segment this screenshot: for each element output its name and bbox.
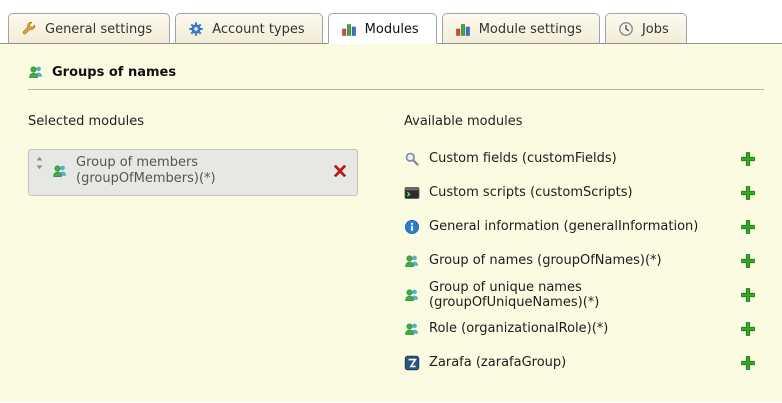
clock-icon [618,21,634,37]
zarafa-icon [404,355,420,371]
available-module-label: General information (generalInformation) [429,219,698,234]
selected-modules-column: Selected modules [28,114,404,387]
group-icon [404,321,420,337]
selected-modules-label: Selected modules [28,114,404,129]
tab-bar: General settings Account types [0,0,782,44]
modules-panel: Groups of names Selected modules [0,44,782,402]
magnifier-icon [404,151,420,167]
tab-account-types[interactable]: Account types [175,13,322,44]
tab-module-settings[interactable]: Module settings [442,13,600,44]
add-plus-icon[interactable] [740,253,756,269]
modules-blocks-icon [341,21,357,37]
selected-module-title: Group of members [76,155,216,171]
drag-handle-icon[interactable] [35,156,44,170]
tab-jobs[interactable]: Jobs [605,13,687,44]
selected-module-text: Group of members (groupOfMembers)(*) [76,155,216,188]
group-icon [28,64,44,80]
available-module-row: Group of unique names (groupOfUniqueName… [404,285,756,304]
add-plus-icon[interactable] [740,219,756,235]
available-module-label: Zarafa (zarafaGroup) [429,355,566,370]
add-plus-icon[interactable] [740,151,756,167]
available-module-label: Role (organizationalRole)(*) [429,321,608,336]
gear-icon [188,21,204,37]
available-module-row: General information (generalInformation) [404,217,756,236]
module-settings-blocks-icon [455,21,471,37]
tab-general-settings[interactable]: General settings [8,13,170,44]
add-plus-icon[interactable] [740,355,756,371]
tab-label: Account types [212,22,304,37]
available-module-label: Group of unique names (groupOfUniqueName… [429,280,731,310]
page-title: Groups of names [28,64,772,80]
available-modules-column: Available modules Custom fields (customF… [404,114,772,387]
available-module-label: Group of names (groupOfNames)(*) [429,253,662,268]
tab-label: General settings [45,22,152,37]
available-module-label: Custom fields (customFields) [429,151,617,166]
delete-icon[interactable] [332,163,348,179]
add-plus-icon[interactable] [740,185,756,201]
group-icon [52,163,68,179]
info-icon [404,219,420,235]
available-module-row: Custom fields (customFields) [404,149,756,168]
group-icon [404,253,420,269]
tab-label: Jobs [642,22,669,37]
available-modules-label: Available modules [404,114,756,129]
selected-module-item[interactable]: Group of members (groupOfMembers)(*) [28,149,358,196]
tab-modules[interactable]: Modules [328,13,437,44]
available-module-row: Group of names (groupOfNames)(*) [404,251,756,270]
heading-divider [28,89,764,90]
group-icon [404,287,420,303]
add-plus-icon[interactable] [740,287,756,303]
add-plus-icon[interactable] [740,321,756,337]
selected-module-subtitle: (groupOfMembers)(*) [76,171,216,187]
available-module-row: Role (organizationalRole)(*) [404,319,756,338]
script-icon [404,185,420,201]
wrench-icon [21,21,37,37]
available-module-row: Zarafa (zarafaGroup) [404,353,756,372]
available-module-label: Custom scripts (customScripts) [429,185,633,200]
tab-label: Modules [365,22,419,37]
tab-label: Module settings [479,22,582,37]
available-module-row: Custom scripts (customScripts) [404,183,756,202]
